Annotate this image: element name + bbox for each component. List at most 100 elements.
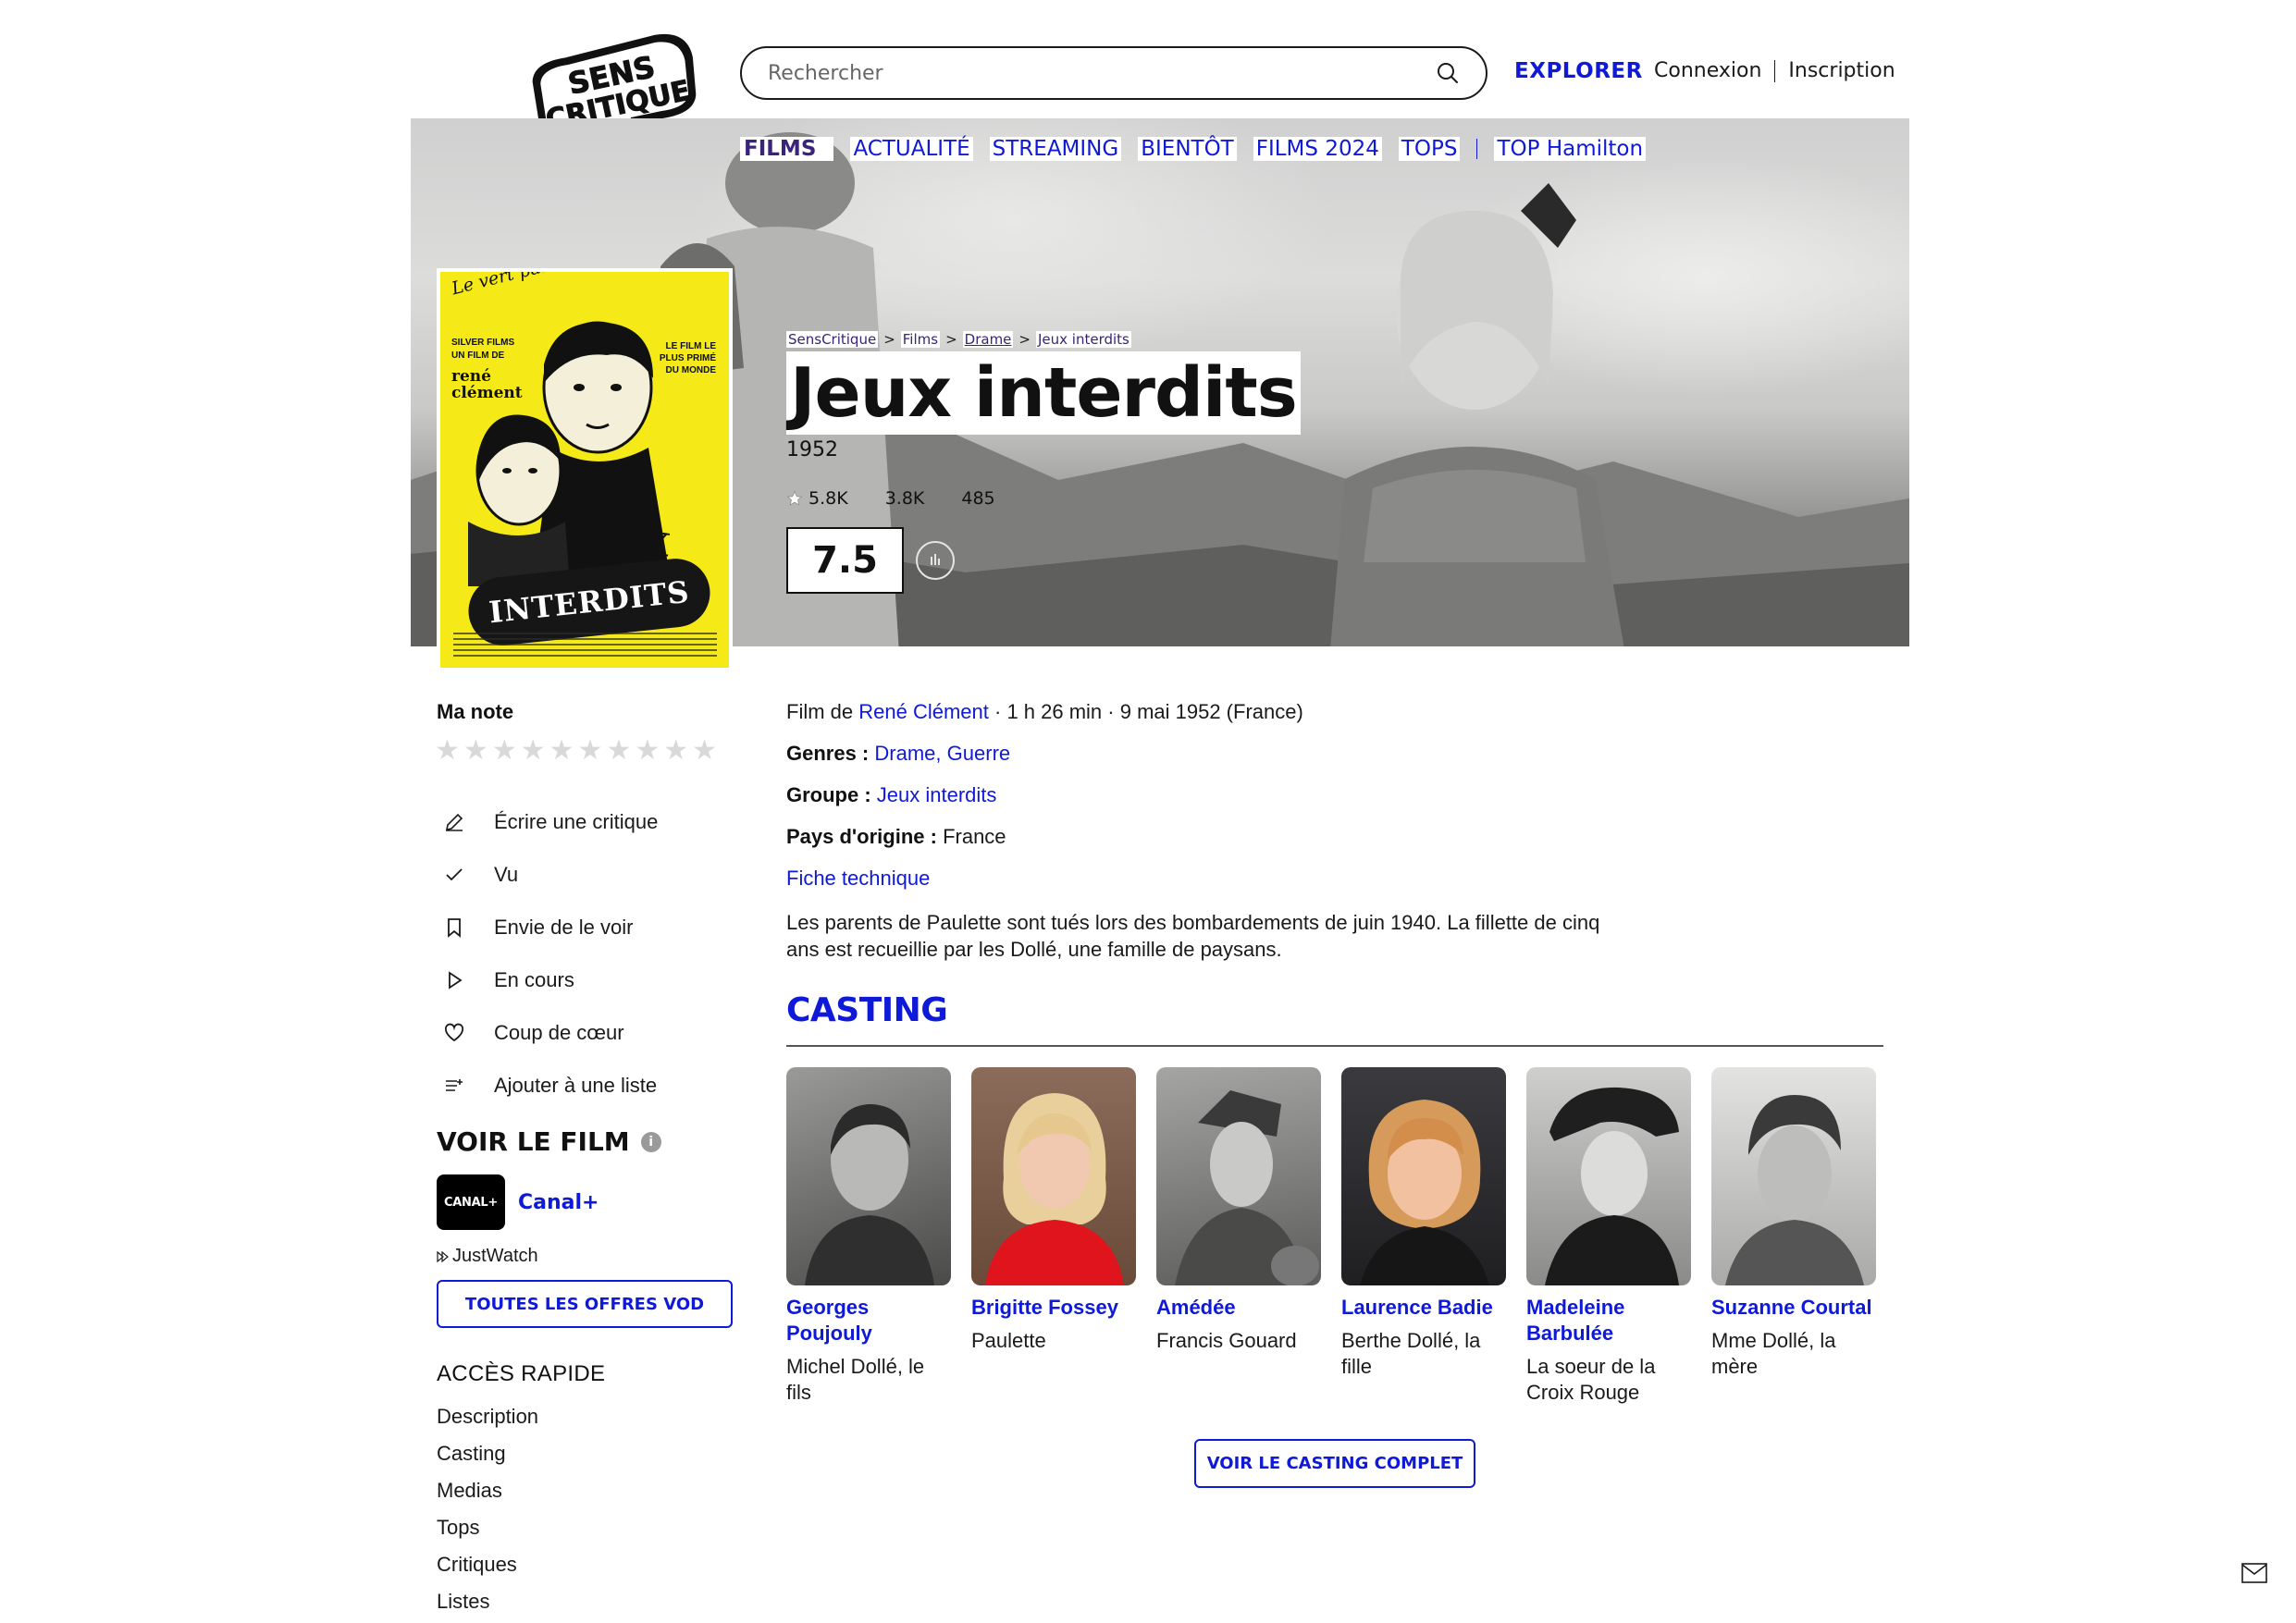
nav-streaming[interactable]: STREAMING	[989, 137, 1122, 161]
cast-photo[interactable]	[1341, 1067, 1506, 1285]
film-by-label: Film de	[786, 700, 854, 723]
director-link[interactable]: René Clément	[858, 700, 989, 723]
poster-tagline: Le vert paradis des amours enfantines...	[450, 272, 729, 299]
chevron-right-icon: ›	[821, 137, 831, 161]
canalplus-logo: CANAL+	[437, 1174, 505, 1230]
breadcrumb-films[interactable]: Films	[900, 331, 941, 348]
cast-member[interactable]: Suzanne Courtal Mme Dollé, la mère	[1711, 1067, 1876, 1406]
film-duration-date: · 1 h 26 min · 9 mai 1952 (France)	[988, 700, 1303, 723]
watch-section-title: VOIR LE FILM i	[437, 1126, 661, 1157]
add-to-list-label: Ajouter à une liste	[494, 1073, 658, 1097]
search-icon[interactable]	[1436, 61, 1460, 85]
page-title: Jeux interdits	[786, 351, 1301, 435]
nav-films-2024[interactable]: FILMS 2024	[1253, 137, 1382, 161]
justwatch-credit[interactable]: JustWatch	[437, 1246, 538, 1267]
rating-star-3[interactable]: ★	[492, 736, 517, 766]
quick-link-critiques[interactable]: Critiques	[437, 1548, 538, 1585]
rating-star-9[interactable]: ★	[663, 736, 688, 766]
rating-star-4[interactable]: ★	[521, 736, 546, 766]
cast-actor-name[interactable]: Georges Poujouly	[786, 1295, 951, 1346]
tech-sheet-link[interactable]: Fiche technique	[786, 867, 930, 890]
cast-actor-name[interactable]: Madeleine Barbulée	[1526, 1295, 1691, 1346]
in-progress-label: En cours	[494, 967, 574, 991]
critiques-count[interactable]: 485	[961, 488, 994, 509]
search-input[interactable]	[768, 61, 1436, 85]
rating-star-5[interactable]: ★	[549, 736, 574, 766]
quick-link-tops[interactable]: Tops	[437, 1511, 538, 1548]
quick-link-description[interactable]: Description	[437, 1400, 538, 1437]
mail-icon[interactable]	[2241, 1563, 2267, 1583]
rating-star-2[interactable]: ★	[463, 736, 488, 766]
group-row: Groupe : Jeux interdits	[786, 781, 1619, 823]
cast-member[interactable]: Brigitte Fossey Paulette	[971, 1067, 1136, 1406]
rating-star-6[interactable]: ★	[578, 736, 603, 766]
in-progress-action[interactable]: En cours	[442, 953, 658, 1006]
breadcrumb-current: Jeux interdits	[1035, 331, 1131, 348]
cast-member[interactable]: Amédée Francis Gouard	[1156, 1067, 1321, 1406]
rating-star-7[interactable]: ★	[606, 736, 631, 766]
movie-poster[interactable]: Le vert paradis des amours enfantines...…	[437, 268, 733, 671]
provider-name[interactable]: Canal+	[518, 1191, 599, 1214]
cast-actor-name[interactable]: Suzanne Courtal	[1711, 1295, 1876, 1321]
cast-role: Berthe Dollé, la fille	[1341, 1329, 1481, 1378]
poster-credits	[453, 633, 717, 660]
cast-photo[interactable]	[1526, 1067, 1691, 1285]
cast-photo[interactable]	[1156, 1067, 1321, 1285]
backdrop-girl-figure	[1330, 183, 1624, 646]
genres-label: Genres :	[786, 742, 870, 765]
cast-member[interactable]: Laurence Badie Berthe Dollé, la fille	[1341, 1067, 1506, 1406]
ratings-count[interactable]: 5.8K	[786, 488, 848, 509]
nav-actualite[interactable]: ACTUALITÉ	[850, 137, 973, 161]
nav-tops[interactable]: TOPS	[1398, 137, 1461, 161]
provider-canalplus[interactable]: CANAL+ Canal+	[437, 1174, 599, 1230]
favorite-action[interactable]: Coup de cœur	[442, 1006, 658, 1059]
cast-photo[interactable]	[971, 1067, 1136, 1285]
country-label: Pays d'origine :	[786, 825, 937, 848]
my-rating-stars[interactable]: ★ ★ ★ ★ ★ ★ ★ ★ ★ ★	[435, 736, 717, 766]
genres-row: Genres : Drame, Guerre	[786, 742, 1011, 765]
full-cast-button[interactable]: VOIR LE CASTING COMPLET	[1194, 1439, 1475, 1488]
cast-actor-name[interactable]: Amédée	[1156, 1295, 1321, 1321]
seen-action[interactable]: Vu	[442, 848, 658, 901]
rating-star-10[interactable]: ★	[692, 736, 717, 766]
breadcrumb-senscritique[interactable]: SensCritique	[786, 331, 879, 348]
info-icon[interactable]: i	[640, 1131, 661, 1152]
check-icon	[442, 863, 466, 887]
country-value: France	[943, 825, 1006, 848]
quick-link-medias[interactable]: Medias	[437, 1474, 538, 1511]
poster-director: rené clément	[451, 367, 523, 402]
nav-top-hamilton[interactable]: TOP Hamilton	[1494, 137, 1647, 161]
search-bar[interactable]	[740, 46, 1487, 100]
nav-films[interactable]: FILMS ›	[740, 137, 834, 161]
add-to-list-action[interactable]: Ajouter à une liste	[442, 1059, 658, 1112]
auth-separator	[1774, 59, 1776, 82]
group-link[interactable]: Jeux interdits	[877, 783, 997, 806]
average-score: 7.5	[786, 527, 904, 594]
genre-link-drame[interactable]: Drame	[874, 742, 935, 765]
breadcrumb-drame[interactable]: Drame	[962, 331, 1014, 348]
want-to-see-action[interactable]: Envie de le voir	[442, 901, 658, 953]
cast-member[interactable]: Madeleine Barbulée La soeur de la Croix …	[1526, 1067, 1691, 1406]
cast-actor-name[interactable]: Laurence Badie	[1341, 1295, 1506, 1321]
write-review-action[interactable]: Écrire une critique	[442, 795, 658, 848]
quick-link-casting[interactable]: Casting	[437, 1437, 538, 1474]
movie-year: 1952	[786, 438, 838, 461]
genre-link-guerre[interactable]: Guerre	[947, 742, 1010, 765]
want-count[interactable]: 3.8K	[885, 488, 925, 509]
score-info-icon[interactable]	[916, 541, 955, 580]
all-vod-offers-button[interactable]: TOUTES LES OFFRES VOD	[437, 1280, 733, 1328]
cast-photo[interactable]	[1711, 1067, 1876, 1285]
cast-member[interactable]: Georges Poujouly Michel Dollé, le fils	[786, 1067, 951, 1406]
quick-link-listes[interactable]: Listes	[437, 1585, 538, 1622]
cast-photo[interactable]	[786, 1067, 951, 1285]
rating-star-8[interactable]: ★	[635, 736, 660, 766]
login-link[interactable]: Connexion	[1654, 59, 1761, 82]
nav-bientot[interactable]: BIENTÔT	[1138, 137, 1237, 161]
rating-star-1[interactable]: ★	[435, 736, 460, 766]
star-icon	[786, 490, 803, 506]
cast-actor-name[interactable]: Brigitte Fossey	[971, 1295, 1136, 1321]
breadcrumb-separator: >	[1018, 331, 1031, 348]
explore-link[interactable]: EXPLORER	[1514, 59, 1643, 83]
main-nav: FILMS › ACTUALITÉ STREAMING BIENTÔT FILMS…	[740, 137, 1647, 161]
signup-link[interactable]: Inscription	[1788, 59, 1895, 82]
